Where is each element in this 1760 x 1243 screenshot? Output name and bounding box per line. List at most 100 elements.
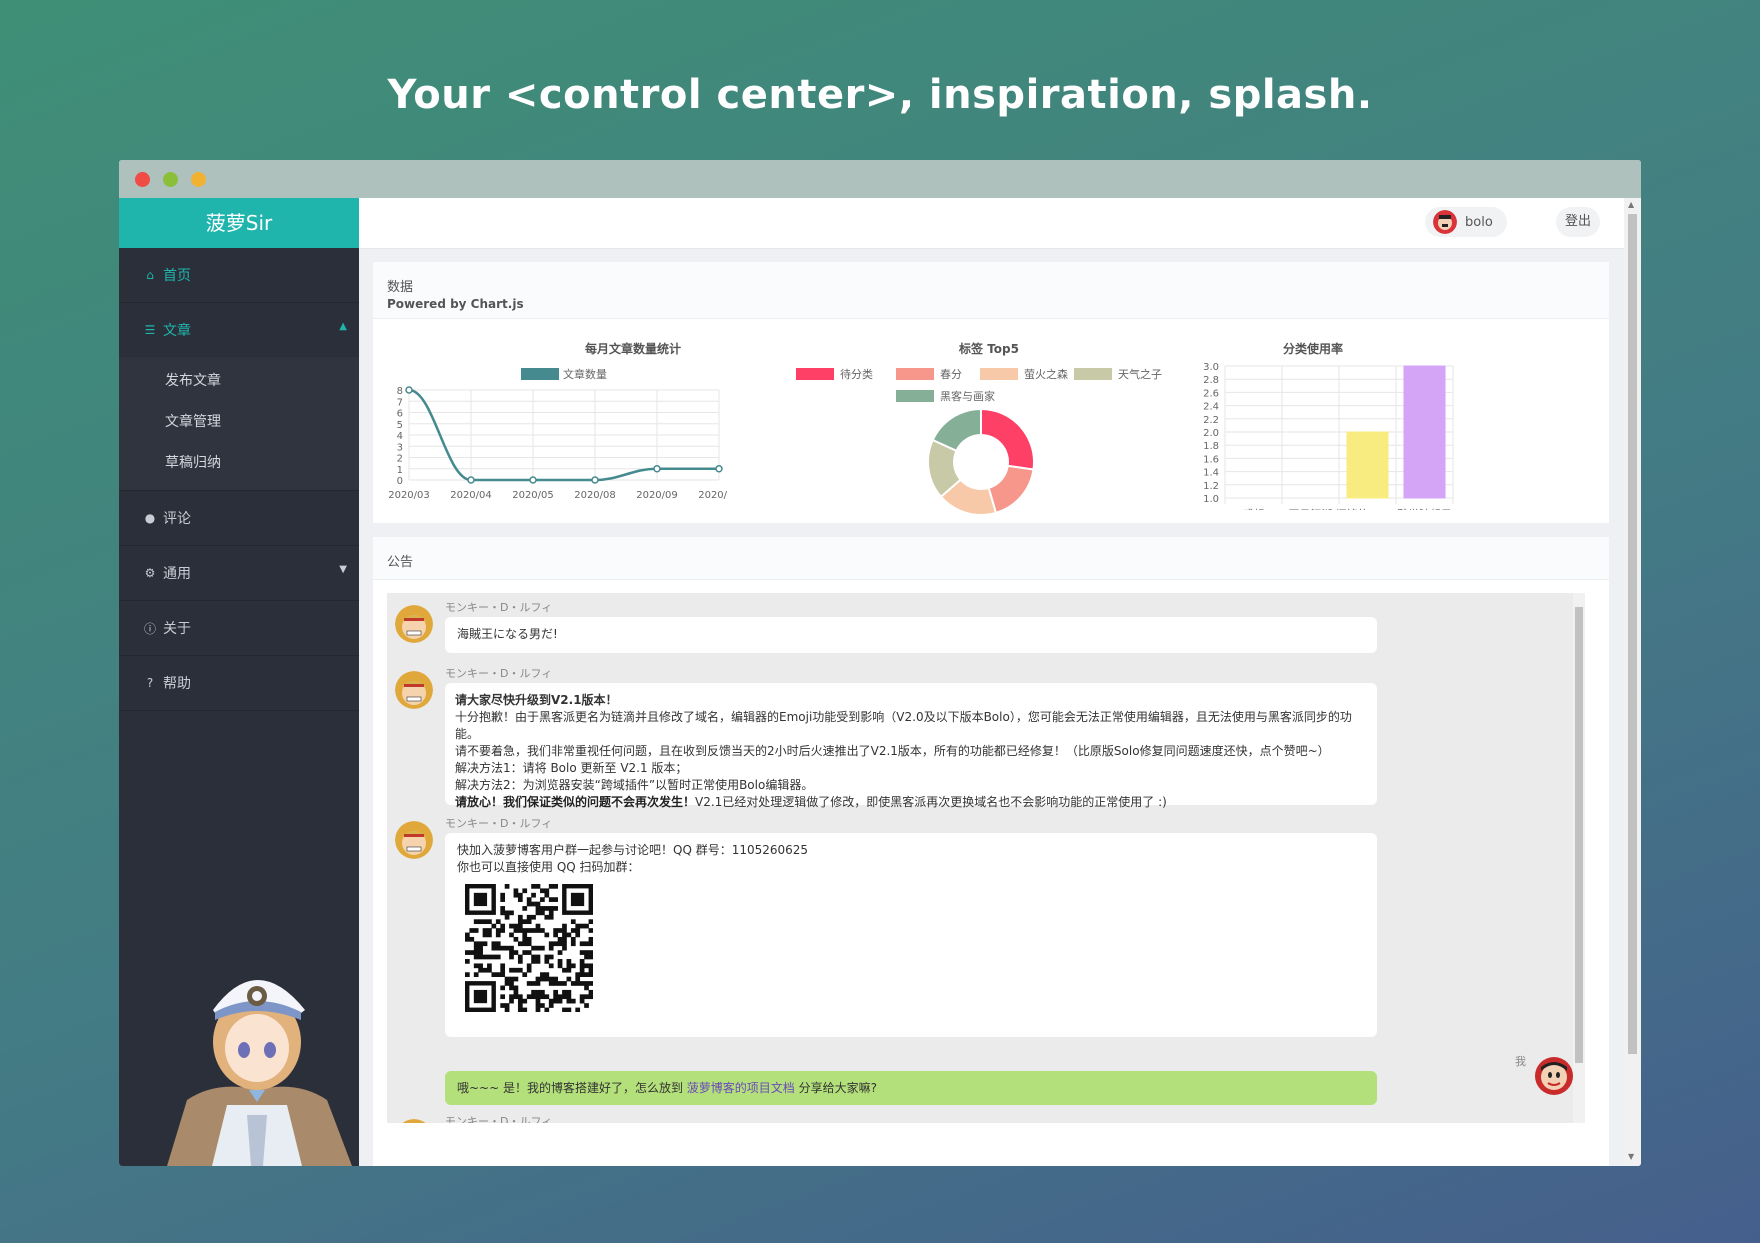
qr-module <box>487 967 492 973</box>
qr-module <box>566 959 572 964</box>
qr-module <box>579 959 585 964</box>
message-sender: 我 <box>1515 1055 1526 1068</box>
qr-module <box>588 967 594 973</box>
sidebar-subitem-publish[interactable]: 发布文章 <box>119 361 359 402</box>
qr-module <box>495 941 501 947</box>
message-bubble: 请大家尽快升级到V2.1版本！ 十分抱歉！由于黑客派更名为链滴并且修改了域名，编… <box>445 683 1377 809</box>
y-tick-label: 2.4 <box>1203 402 1219 413</box>
avatar <box>1433 210 1457 234</box>
qr-module <box>540 976 545 982</box>
qr-module <box>544 892 550 898</box>
chat-scrollbar-thumb[interactable] <box>1575 607 1583 1063</box>
qr-module <box>522 906 528 911</box>
qr-module <box>500 923 506 929</box>
qr-module <box>495 928 501 933</box>
sidebar-item-articles[interactable]: ☰ 文章 ▲ <box>119 303 359 357</box>
qr-module <box>562 932 567 938</box>
qr-module <box>473 954 479 960</box>
chat-scrollbar[interactable] <box>1573 593 1585 1123</box>
qr-module <box>487 928 492 933</box>
legend-label: 萤火之森 <box>1024 367 1068 381</box>
qr-module <box>553 906 558 911</box>
logout-button[interactable]: 登出 <box>1556 207 1600 237</box>
page-scrollbar-thumb[interactable] <box>1628 214 1637 1054</box>
qr-module <box>517 941 523 947</box>
user-menu[interactable]: bolo <box>1425 207 1507 237</box>
y-tick-label: 2.6 <box>1203 388 1219 399</box>
qr-module <box>473 972 479 977</box>
qr-module <box>553 928 558 933</box>
sidebar-item-about[interactable]: ⓘ 关于 <box>119 601 359 656</box>
qr-module <box>540 994 545 1000</box>
minimize-window-button[interactable] <box>163 172 178 187</box>
data-card: 数据 Powered by Chart.js 每月文章数量统计 标签 Top5 … <box>373 262 1609 523</box>
luffy-avatar <box>402 1119 426 1123</box>
qr-module <box>469 950 475 955</box>
y-tick-label: 4 <box>397 431 403 442</box>
qr-module <box>584 950 589 955</box>
scroll-up-icon[interactable]: ▲ <box>1628 200 1634 209</box>
qr-module <box>504 1003 510 1008</box>
message-text: 解决方法1：请将 Bolo 更新至 V2.1 版本； <box>455 761 688 775</box>
close-window-button[interactable] <box>135 172 150 187</box>
user-avatar <box>1535 1057 1573 1095</box>
sidebar-subitem-manage[interactable]: 文章管理 <box>119 402 359 443</box>
qr-module <box>548 981 554 986</box>
qr-module <box>540 989 545 995</box>
qr-module <box>500 910 506 916</box>
qr-module <box>465 950 470 955</box>
qr-module <box>570 963 576 969</box>
qr-module <box>540 906 545 911</box>
qr-module <box>557 950 563 955</box>
qr-module <box>566 967 572 973</box>
sidebar-submenu-articles: 发布文章 文章管理 草稿归纳 <box>119 357 359 491</box>
message-sender: モンキー・D・ルフィ <box>445 601 553 614</box>
qr-module <box>473 963 479 969</box>
qr-module <box>588 936 594 942</box>
sidebar-item-home[interactable]: ⌂ 首页 <box>119 248 359 303</box>
qr-module <box>570 936 576 942</box>
qr-module <box>575 923 581 929</box>
qr-module <box>509 950 514 955</box>
sidebar-item-comments[interactable]: ● 评论 <box>119 491 359 546</box>
qr-module <box>544 888 550 894</box>
username: bolo <box>1465 214 1493 230</box>
sidebar-item-help[interactable]: ? 帮助 <box>119 656 359 711</box>
qr-module <box>544 954 550 960</box>
bar <box>1346 431 1389 499</box>
scroll-down-icon[interactable]: ▼ <box>1628 1152 1634 1161</box>
x-tick-label: 再见江湖 <box>1289 508 1333 510</box>
y-tick-label: 3 <box>397 442 403 453</box>
qr-module <box>553 976 558 982</box>
qr-module <box>579 963 585 969</box>
qr-module <box>482 941 488 947</box>
qr-module <box>517 1007 523 1013</box>
qr-module <box>473 928 479 933</box>
topbar: bolo 登出 <box>359 198 1641 249</box>
y-tick-label: 1 <box>397 465 403 476</box>
sidebar-subitem-drafts[interactable]: 草稿归纳 <box>119 443 359 484</box>
y-tick-label: 2.2 <box>1203 415 1219 426</box>
brand-logo[interactable]: 菠萝Sir <box>119 198 359 248</box>
qr-module <box>535 901 541 907</box>
help-icon: ? <box>146 676 154 690</box>
qr-module <box>548 906 554 911</box>
page-scrollbar[interactable]: ▲ ▼ <box>1624 198 1641 1166</box>
message-sender: モンキー・D・ルフィ <box>445 1115 553 1123</box>
qr-module <box>509 985 514 991</box>
x-tick-label: 2020/08 <box>574 490 616 501</box>
qr-module <box>566 1007 572 1013</box>
sidebar-item-general[interactable]: ⚙ 通用 ▼ <box>119 546 359 601</box>
docs-link[interactable]: 菠萝博客的项目文档 <box>687 1081 795 1095</box>
qr-module <box>535 998 541 1004</box>
qr-module <box>465 936 470 942</box>
qr-module <box>584 972 589 977</box>
qr-module <box>495 954 501 960</box>
qr-module <box>526 941 532 947</box>
qr-module <box>522 936 528 942</box>
mascot-illustration <box>167 980 352 1166</box>
maximize-window-button[interactable] <box>191 172 206 187</box>
qr-module <box>548 945 554 951</box>
qr-module <box>522 928 528 933</box>
qr-module <box>522 941 528 947</box>
